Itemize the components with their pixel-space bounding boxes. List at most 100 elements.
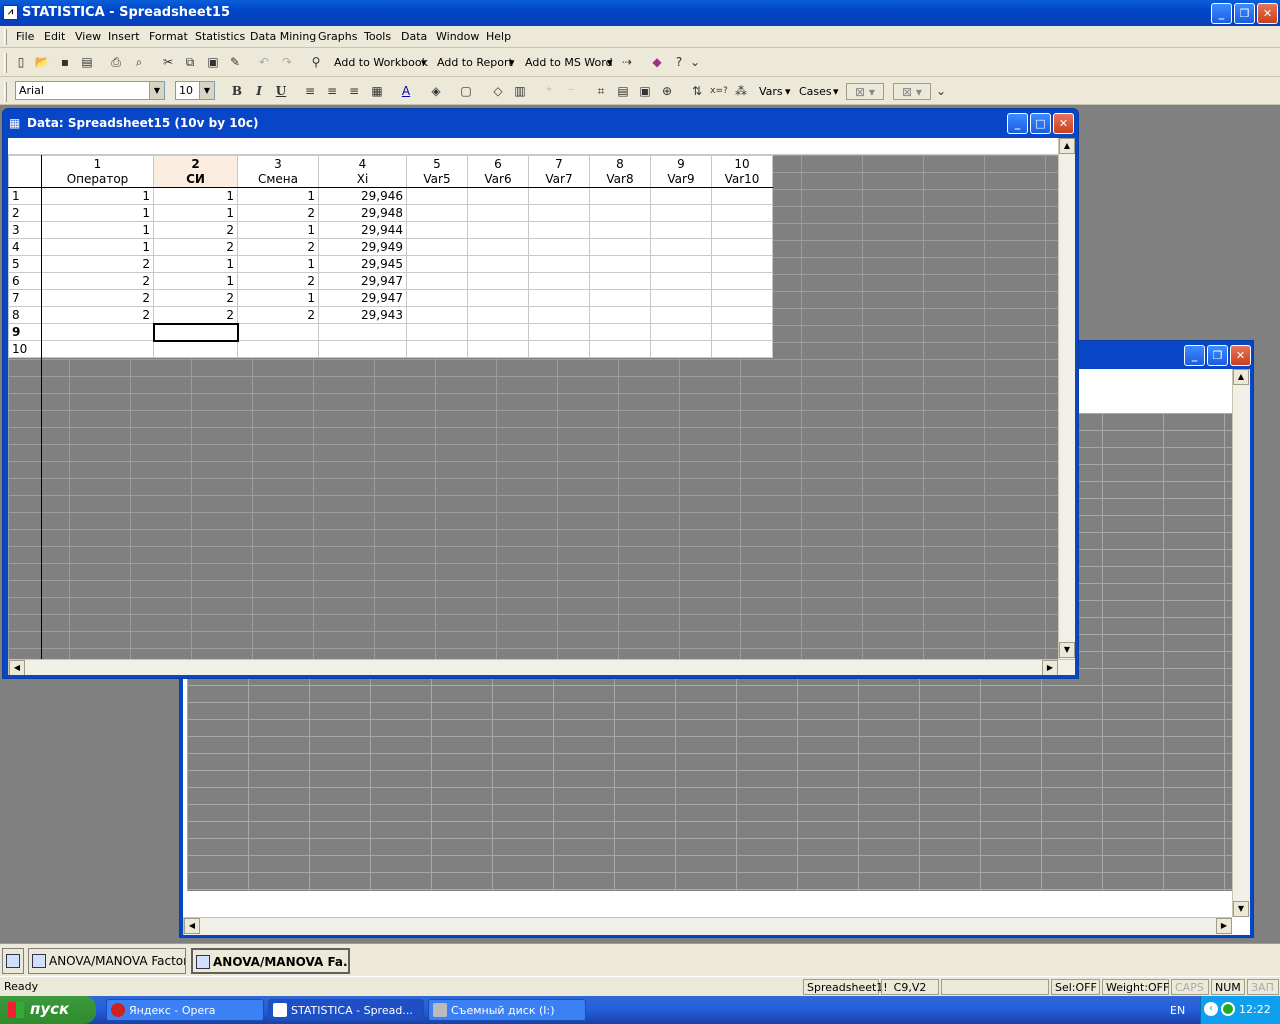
cell[interactable] xyxy=(589,221,651,239)
cell[interactable] xyxy=(528,323,590,341)
cell[interactable] xyxy=(467,289,529,307)
copy-icon[interactable]: ⧉ xyxy=(181,54,199,71)
anova-tab-1[interactable]: ANOVA/MANOVA Factori... xyxy=(28,948,186,974)
decrease-decimals-icon[interactable]: ⁻ xyxy=(562,83,580,100)
cell[interactable]: 1 xyxy=(41,238,154,256)
vertical-scrollbar[interactable]: ▲ ▼ xyxy=(1058,138,1075,659)
statistica-tab[interactable] xyxy=(2,948,24,974)
cases-button[interactable]: Cases xyxy=(799,85,832,98)
cell[interactable]: 2 xyxy=(153,289,238,307)
row-header[interactable]: 1 xyxy=(8,187,42,205)
open-icon[interactable]: 📂 xyxy=(33,54,51,71)
cell[interactable]: 2 xyxy=(41,289,154,307)
restore-button[interactable]: ❐ xyxy=(1207,345,1228,366)
vertical-scrollbar[interactable]: ▲ ▼ xyxy=(1232,369,1250,917)
column-header-8[interactable]: 8 Var8 xyxy=(589,155,651,188)
taskbar-opera[interactable]: Яндекс - Opera xyxy=(106,999,264,1021)
font-color-icon[interactable]: A xyxy=(397,83,415,100)
horizontal-scrollbar[interactable]: ◀ ▶ xyxy=(183,917,1232,935)
cell[interactable] xyxy=(41,340,154,358)
vars-button[interactable]: Vars xyxy=(759,85,783,98)
maximize-button[interactable]: □ xyxy=(1030,113,1051,134)
scroll-right-icon[interactable]: ▶ xyxy=(1216,918,1232,934)
cell[interactable]: 29,947 xyxy=(318,272,407,290)
cell[interactable] xyxy=(589,204,651,222)
cut-icon[interactable]: ✂ xyxy=(159,54,177,71)
cell[interactable] xyxy=(528,289,590,307)
cell[interactable] xyxy=(711,323,773,341)
cell[interactable] xyxy=(528,255,590,273)
column-header-3[interactable]: 3 Смена xyxy=(237,155,319,188)
grid-icon[interactable]: ▥ xyxy=(511,83,529,100)
cell[interactable] xyxy=(650,187,712,205)
cell[interactable] xyxy=(406,272,468,290)
help-icon[interactable]: ? xyxy=(670,54,688,71)
cell[interactable]: 29,949 xyxy=(318,238,407,256)
taskbar-statistica[interactable]: STATISTICA - Spread... xyxy=(268,999,424,1021)
menu-statistics[interactable]: Statistics xyxy=(195,30,245,43)
fill-color-icon[interactable]: ◈ xyxy=(427,83,445,100)
save-icon[interactable]: ▪ xyxy=(56,54,74,71)
statistica-icon[interactable]: ⩘ xyxy=(3,5,18,20)
menu-view[interactable]: View xyxy=(75,30,101,43)
sort-icon[interactable]: ⇅ xyxy=(688,83,706,100)
menu-window[interactable]: Window xyxy=(436,30,479,43)
marker-icon[interactable]: ◇ xyxy=(489,83,507,100)
cell[interactable]: 1 xyxy=(153,204,238,222)
cell[interactable] xyxy=(711,340,773,358)
start-button[interactable]: пуск xyxy=(0,996,96,1024)
cell[interactable] xyxy=(467,238,529,256)
status-weight[interactable]: Weight:OFF xyxy=(1102,979,1169,995)
cell[interactable]: 29,945 xyxy=(318,255,407,273)
font-size-select[interactable]: 10 ▼ xyxy=(175,81,215,100)
menu-file[interactable]: File xyxy=(16,30,34,43)
scroll-left-icon[interactable]: ◀ xyxy=(184,918,200,934)
cell[interactable] xyxy=(406,204,468,222)
cell[interactable]: 1 xyxy=(41,187,154,205)
column-header-5[interactable]: 5 Var5 xyxy=(406,155,468,188)
clock[interactable]: 12:22 xyxy=(1239,1003,1271,1016)
cell[interactable] xyxy=(406,238,468,256)
cell[interactable] xyxy=(711,187,773,205)
cell[interactable] xyxy=(650,289,712,307)
cell-format-icon[interactable]: ▦ xyxy=(368,83,386,100)
scroll-up-icon[interactable]: ▲ xyxy=(1233,369,1249,385)
book-icon[interactable]: ◆ xyxy=(648,54,666,71)
cell[interactable] xyxy=(589,272,651,290)
vars-dropdown-icon[interactable]: ▾ xyxy=(785,85,791,98)
chevron-left-icon[interactable]: ‹ xyxy=(1204,1002,1218,1016)
cell[interactable] xyxy=(589,238,651,256)
close-button[interactable]: ✕ xyxy=(1230,345,1251,366)
cell[interactable] xyxy=(528,306,590,324)
find-icon[interactable]: ⚲ xyxy=(307,54,325,71)
cell[interactable] xyxy=(711,255,773,273)
cell[interactable] xyxy=(467,255,529,273)
column-header-7[interactable]: 7 Var7 xyxy=(528,155,590,188)
scroll-down-icon[interactable]: ▼ xyxy=(1059,642,1075,658)
column-header-4[interactable]: 4 Xi xyxy=(318,155,407,188)
cell[interactable] xyxy=(711,289,773,307)
cell[interactable]: 2 xyxy=(41,255,154,273)
cell[interactable] xyxy=(711,272,773,290)
new-icon[interactable]: ▯ xyxy=(12,54,30,71)
italic-button[interactable]: I xyxy=(250,83,268,100)
row-header[interactable]: 9 xyxy=(8,323,42,341)
pdf-icon[interactable]: ▤ xyxy=(78,54,96,71)
add-to-workbook-dropdown-icon[interactable]: ▾ xyxy=(421,56,427,69)
column-header-1[interactable]: 1 Оператор xyxy=(41,155,154,188)
cases-dropdown-icon[interactable]: ▾ xyxy=(833,85,839,98)
row-header[interactable]: 10 xyxy=(8,340,42,358)
minimize-button[interactable]: _ xyxy=(1184,345,1205,366)
cell[interactable] xyxy=(318,340,407,358)
cell[interactable] xyxy=(589,340,651,358)
cell[interactable]: 1 xyxy=(237,187,319,205)
cell[interactable]: 1 xyxy=(41,221,154,239)
cell[interactable] xyxy=(406,323,468,341)
cell[interactable] xyxy=(467,187,529,205)
menu-tools[interactable]: Tools xyxy=(364,30,391,43)
menu-data-mining[interactable]: Data Mining xyxy=(250,30,316,43)
close-button[interactable]: ✕ xyxy=(1053,113,1074,134)
row-header[interactable]: 4 xyxy=(8,238,42,256)
cell[interactable]: 2 xyxy=(153,306,238,324)
cell[interactable] xyxy=(711,221,773,239)
